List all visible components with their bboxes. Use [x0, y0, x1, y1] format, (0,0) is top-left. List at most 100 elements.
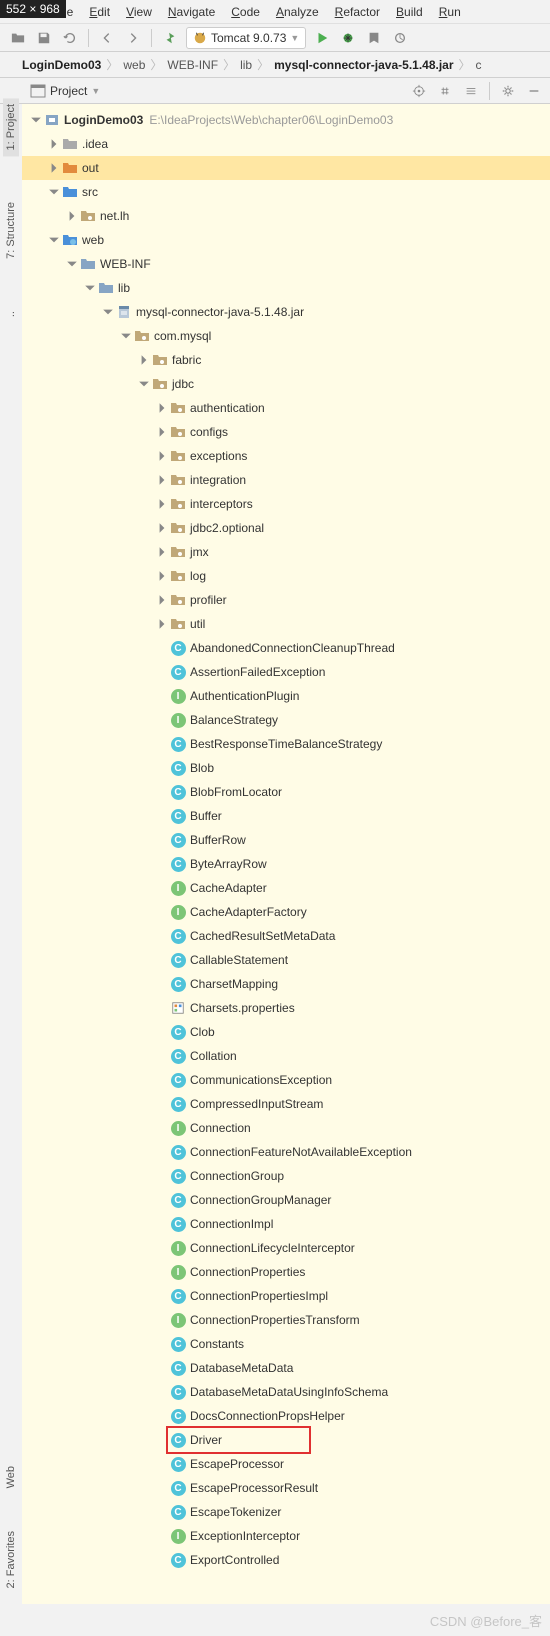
tree-node[interactable]: CDocsConnectionPropsHelper	[22, 1404, 550, 1428]
menu-analyze[interactable]: Analyze	[270, 3, 325, 21]
tree-node[interactable]: Charsets.properties	[22, 996, 550, 1020]
chevron-right-icon[interactable]	[138, 354, 150, 366]
sidebar-tab-web[interactable]: Web	[3, 1460, 19, 1494]
tree-node[interactable]: CCollation	[22, 1044, 550, 1068]
tree-node[interactable]: lib	[22, 276, 550, 300]
tree-node[interactable]: configs	[22, 420, 550, 444]
menu-build[interactable]: Build	[390, 3, 429, 21]
chevron-down-icon[interactable]	[30, 114, 42, 126]
tree-node[interactable]: CConnectionGroup	[22, 1164, 550, 1188]
chevron-right-icon[interactable]	[156, 522, 168, 534]
tree-node[interactable]: CCachedResultSetMetaData	[22, 924, 550, 948]
chevron-right-icon[interactable]	[156, 450, 168, 462]
chevron-right-icon[interactable]	[156, 402, 168, 414]
tree-node[interactable]: CClob	[22, 1020, 550, 1044]
chevron-down-icon[interactable]	[48, 186, 60, 198]
tree-node[interactable]: authentication	[22, 396, 550, 420]
chevron-down-icon[interactable]	[120, 330, 132, 342]
run-icon[interactable]	[312, 28, 332, 48]
coverage-icon[interactable]	[364, 28, 384, 48]
chevron-right-icon[interactable]	[48, 138, 60, 150]
sidebar-tab-project[interactable]: 1: Project	[3, 98, 19, 156]
tree-node[interactable]: CCommunicationsException	[22, 1068, 550, 1092]
tree-node[interactable]: IConnectionProperties	[22, 1260, 550, 1284]
tree-node[interactable]: CEscapeProcessor	[22, 1452, 550, 1476]
tree-node[interactable]: WEB-INF	[22, 252, 550, 276]
chevron-right-icon[interactable]	[156, 546, 168, 558]
save-icon[interactable]	[34, 28, 54, 48]
chevron-right-icon[interactable]	[48, 162, 60, 174]
tree-node[interactable]: interceptors	[22, 492, 550, 516]
tree-node[interactable]: CConstants	[22, 1332, 550, 1356]
breadcrumb-item[interactable]: WEB-INF	[167, 58, 218, 72]
project-tree[interactable]: LoginDemo03E:\IdeaProjects\Web\chapter06…	[22, 104, 550, 1604]
tree-node[interactable]: mysql-connector-java-5.1.48.jar	[22, 300, 550, 324]
tree-node[interactable]: log	[22, 564, 550, 588]
build-icon[interactable]	[160, 28, 180, 48]
tree-node[interactable]: CAbandonedConnectionCleanupThread	[22, 636, 550, 660]
chevron-right-icon[interactable]	[156, 474, 168, 486]
tree-node[interactable]: CDatabaseMetaData	[22, 1356, 550, 1380]
target-icon[interactable]	[409, 81, 429, 101]
tree-node[interactable]: CConnectionFeatureNotAvailableException	[22, 1140, 550, 1164]
tree-node[interactable]: jdbc2.optional	[22, 516, 550, 540]
menu-view[interactable]: View	[120, 3, 158, 21]
menu-code[interactable]: Code	[225, 3, 266, 21]
tree-node[interactable]: CByteArrayRow	[22, 852, 550, 876]
gear-icon[interactable]	[498, 81, 518, 101]
run-config-selector[interactable]: Tomcat 9.0.73 ▼	[186, 27, 306, 49]
tree-node[interactable]: CDatabaseMetaDataUsingInfoSchema	[22, 1380, 550, 1404]
breadcrumb-item[interactable]: LoginDemo03	[22, 58, 101, 72]
tree-node[interactable]: IConnectionLifecycleInterceptor	[22, 1236, 550, 1260]
tree-node[interactable]: net.lh	[22, 204, 550, 228]
tree-node[interactable]: CConnectionGroupManager	[22, 1188, 550, 1212]
tree-node[interactable]: fabric	[22, 348, 550, 372]
tree-node[interactable]: jdbc	[22, 372, 550, 396]
tree-node[interactable]: ICacheAdapter	[22, 876, 550, 900]
chevron-down-icon[interactable]: ▼	[91, 86, 100, 96]
tree-node[interactable]: CBufferRow	[22, 828, 550, 852]
tree-node[interactable]: CBuffer	[22, 804, 550, 828]
tree-node[interactable]: CEscapeTokenizer	[22, 1500, 550, 1524]
hide-icon[interactable]	[524, 81, 544, 101]
tree-node[interactable]: exceptions	[22, 444, 550, 468]
tree-node[interactable]: IExceptionInterceptor	[22, 1524, 550, 1548]
expand-icon[interactable]	[435, 81, 455, 101]
tree-node[interactable]: IBalanceStrategy	[22, 708, 550, 732]
tree-node[interactable]: CExportControlled	[22, 1548, 550, 1572]
sidebar-tab-favorites[interactable]: 2: Favorites	[3, 1525, 19, 1594]
tree-node[interactable]: integration	[22, 468, 550, 492]
tree-node[interactable]: CBestResponseTimeBalanceStrategy	[22, 732, 550, 756]
back-icon[interactable]	[97, 28, 117, 48]
tree-node[interactable]: IAuthenticationPlugin	[22, 684, 550, 708]
tree-node[interactable]: com.mysql	[22, 324, 550, 348]
tree-node[interactable]: web	[22, 228, 550, 252]
tree-node[interactable]: CCallableStatement	[22, 948, 550, 972]
tree-node[interactable]: jmx	[22, 540, 550, 564]
tree-node[interactable]: CConnectionPropertiesImpl	[22, 1284, 550, 1308]
tree-node[interactable]: CCompressedInputStream	[22, 1092, 550, 1116]
debug-icon[interactable]	[338, 28, 358, 48]
chevron-right-icon[interactable]	[156, 498, 168, 510]
breadcrumb-item[interactable]: web	[123, 58, 145, 72]
tree-node[interactable]: IConnectionPropertiesTransform	[22, 1308, 550, 1332]
collapse-icon[interactable]	[461, 81, 481, 101]
tree-node[interactable]: profiler	[22, 588, 550, 612]
tree-node[interactable]: CBlob	[22, 756, 550, 780]
tree-node[interactable]: src	[22, 180, 550, 204]
chevron-down-icon[interactable]	[48, 234, 60, 246]
chevron-down-icon[interactable]	[102, 306, 114, 318]
tree-node[interactable]: .idea	[22, 132, 550, 156]
project-label[interactable]: Project	[50, 84, 87, 98]
tree-node[interactable]: CConnectionImpl	[22, 1212, 550, 1236]
menu-refactor[interactable]: Refactor	[329, 3, 386, 21]
breadcrumb-item[interactable]: lib	[240, 58, 252, 72]
tree-node[interactable]: IConnection	[22, 1116, 550, 1140]
breadcrumb-item[interactable]: mysql-connector-java-5.1.48.jar	[274, 58, 453, 72]
menu-run[interactable]: Run	[433, 3, 467, 21]
breadcrumb-item[interactable]: c	[476, 58, 482, 72]
menu-navigate[interactable]: Navigate	[162, 3, 221, 21]
tree-node[interactable]: out	[22, 156, 550, 180]
tree-node[interactable]: CAssertionFailedException	[22, 660, 550, 684]
chevron-down-icon[interactable]	[84, 282, 96, 294]
